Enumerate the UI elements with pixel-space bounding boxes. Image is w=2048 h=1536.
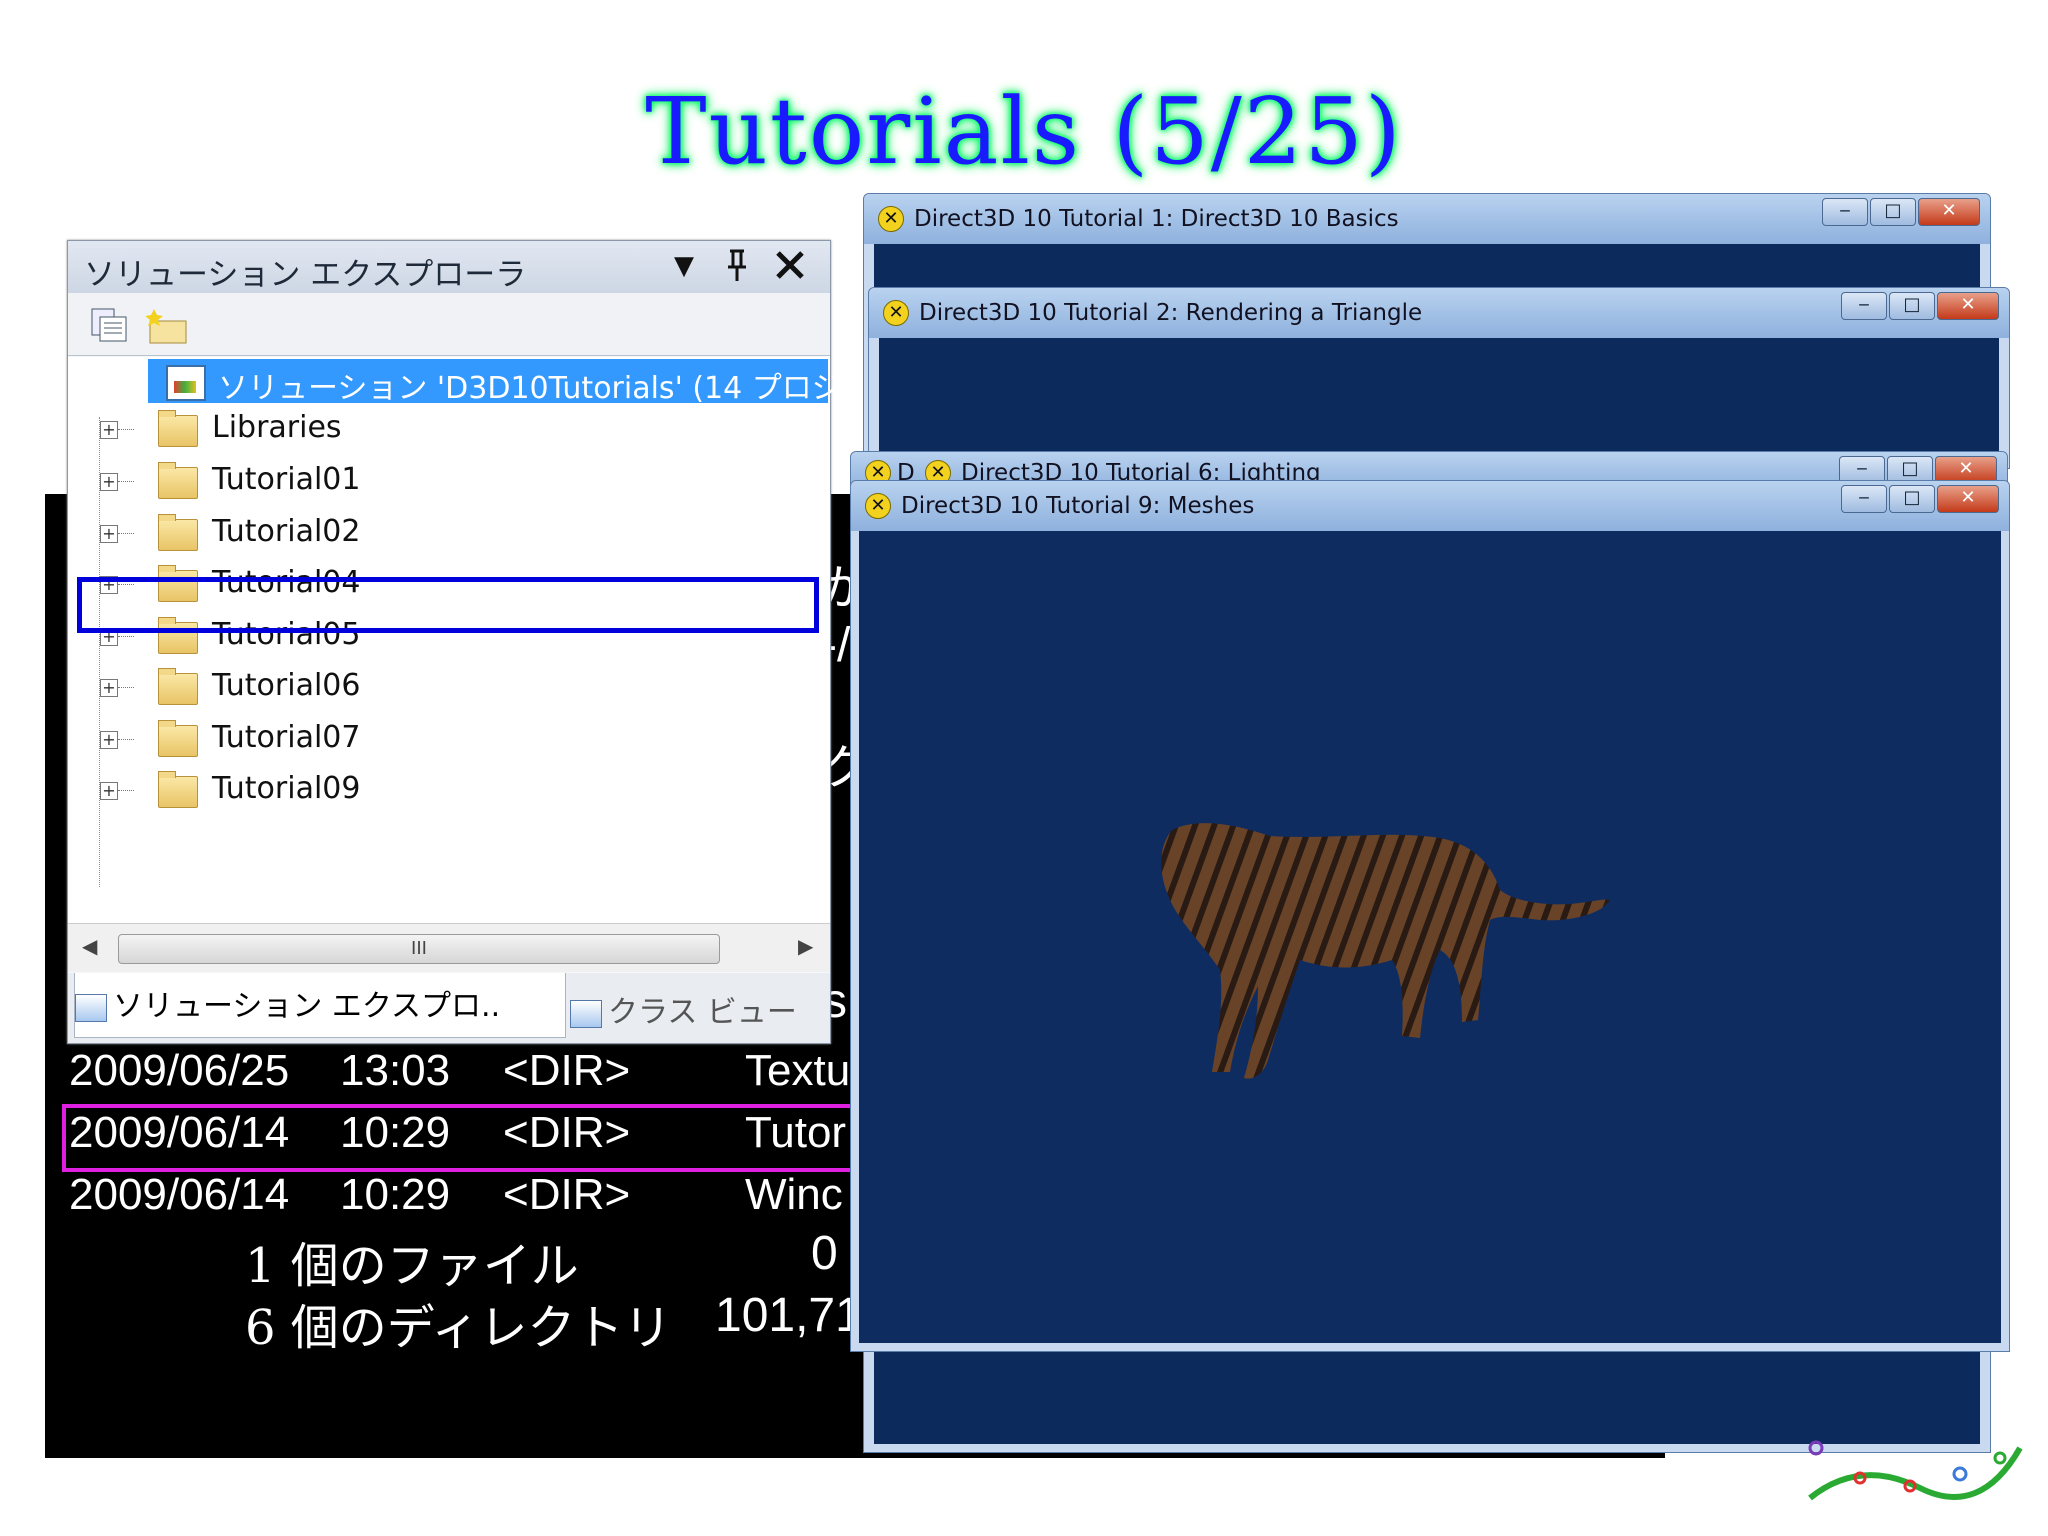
maximize-button[interactable]: □: [1870, 198, 1916, 226]
close-button[interactable]: ✕: [1937, 485, 1999, 513]
render-area: [879, 338, 1999, 460]
solution-explorer-title: ソリューション エクスプローラ: [84, 257, 527, 293]
watermark-graphic: [1808, 1440, 2023, 1501]
solution-explorer-header: ソリューション エクスプローラ ▼: [68, 241, 830, 293]
solution-explorer-toolbar: [68, 293, 830, 356]
row-date: 2009/06/25: [69, 1046, 290, 1095]
folder-icon: [158, 771, 198, 808]
pin-icon[interactable]: [724, 247, 750, 292]
row-time: 10:29: [340, 1170, 451, 1219]
horizontal-scrollbar[interactable]: ◀ III ▶: [68, 923, 830, 972]
row-name: Winc: [745, 1170, 843, 1219]
slide-title: Tutorials (5/25): [645, 78, 1403, 185]
console-highlight-box: [62, 1104, 878, 1172]
class-view-icon: [570, 999, 602, 1028]
window-controls: ‒ □ ✕: [1839, 485, 1999, 513]
directx-icon: ✕: [878, 206, 904, 232]
tree-item-label: Tutorial02: [212, 514, 361, 549]
solution-explorer-icon: [75, 993, 107, 1022]
tab-label: ソリューション エクスプロ..: [113, 989, 501, 1024]
tab-label: クラス ビュー: [608, 995, 797, 1030]
close-icon[interactable]: [774, 247, 806, 292]
tree-item-libraries[interactable]: + Libraries: [78, 407, 818, 453]
summary-dirs-value: 101,71: [715, 1289, 862, 1342]
tree-item-tutorial07[interactable]: + Tutorial07: [78, 717, 818, 763]
maximize-button[interactable]: □: [1889, 485, 1935, 513]
window-title: Direct3D 10 Tutorial 1: Direct3D 10 Basi…: [914, 206, 1399, 232]
scroll-left-icon[interactable]: ◀: [82, 934, 97, 958]
summary-dirs-label: 6 個のディレクトリ: [245, 1300, 672, 1356]
window-titlebar[interactable]: ✕ Direct3D 10 Tutorial 1: Direct3D 10 Ba…: [864, 194, 1990, 244]
solution-explorer: ソリューション エクスプローラ ▼ ソリューション 'D3D10Tutorial…: [67, 240, 902, 1044]
solution-explorer-tabs: ソリューション エクスプロ.. クラス ビュー: [68, 973, 830, 1043]
tiger-mesh: [1161, 823, 1610, 1079]
tree-item-label: Tutorial07: [212, 720, 361, 755]
tree-item-tutorial02[interactable]: + Tutorial02: [78, 511, 818, 557]
expand-icon[interactable]: +: [100, 679, 118, 697]
dropdown-arrow-icon[interactable]: ▼: [674, 251, 694, 281]
tree-selection-box: [77, 577, 819, 633]
tab-class-view[interactable]: クラス ビュー: [570, 979, 826, 1043]
solution-icon: [166, 365, 206, 401]
tree-item-label: Tutorial01: [212, 462, 361, 497]
tree-item-label: Tutorial09: [212, 771, 361, 806]
maximize-button[interactable]: □: [1889, 292, 1935, 320]
tree-item-tutorial01[interactable]: + Tutorial01: [78, 459, 818, 505]
summary-files-value: 0: [811, 1227, 838, 1280]
close-button[interactable]: ✕: [1918, 198, 1980, 226]
row-type: <DIR>: [503, 1170, 631, 1219]
directx-icon: ✕: [883, 300, 909, 326]
window-titlebar[interactable]: ✕ Direct3D 10 Tutorial 9: Meshes ‒ □ ✕: [851, 481, 2009, 531]
folder-icon: [158, 514, 198, 551]
tab-solution-explorer[interactable]: ソリューション エクスプロ..: [74, 973, 566, 1038]
summary-files-label: 1 個のファイル: [245, 1238, 579, 1294]
d3d-window-tutorial-2: ✕ Direct3D 10 Tutorial 2: Rendering a Tr…: [868, 287, 2010, 469]
window-controls: ‒ □ ✕: [1839, 292, 1999, 320]
properties-icon[interactable]: [90, 307, 127, 343]
scroll-right-icon[interactable]: ▶: [798, 934, 813, 958]
folder-icon: [158, 410, 198, 447]
minimize-button[interactable]: ‒: [1841, 292, 1887, 320]
window-title: Direct3D 10 Tutorial 2: Rendering a Tria…: [919, 300, 1423, 326]
folder-icon: [158, 668, 198, 705]
expand-icon[interactable]: +: [100, 782, 118, 800]
tree-item-label: Tutorial06: [212, 668, 361, 703]
expand-icon[interactable]: +: [100, 731, 118, 749]
row-time: 13:03: [340, 1046, 451, 1095]
solution-tree: ソリューション 'D3D10Tutorials' (14 プロジェク + Lib…: [68, 357, 902, 923]
minimize-button[interactable]: ‒: [1822, 198, 1868, 226]
tree-item-tutorial06[interactable]: + Tutorial06: [78, 665, 818, 711]
close-button[interactable]: ✕: [1937, 292, 1999, 320]
expand-icon[interactable]: +: [100, 525, 118, 543]
window-title: Direct3D 10 Tutorial 9: Meshes: [901, 493, 1255, 519]
solution-root-node[interactable]: ソリューション 'D3D10Tutorials' (14 プロジェク: [148, 359, 902, 406]
scrollbar-thumb[interactable]: III: [118, 934, 720, 964]
solution-root-label: ソリューション 'D3D10Tutorials' (14 プロジェク: [218, 371, 902, 406]
tree-item-tutorial09[interactable]: + Tutorial09: [78, 768, 818, 814]
row-date: 2009/06/14: [69, 1170, 290, 1219]
row-type: <DIR>: [503, 1046, 631, 1095]
row-name: Textu: [745, 1046, 851, 1095]
expand-icon[interactable]: +: [100, 473, 118, 491]
tree-item-label: Libraries: [212, 410, 342, 445]
show-all-files-icon[interactable]: [145, 307, 187, 344]
expand-icon[interactable]: +: [100, 421, 118, 439]
directx-icon: ✕: [865, 493, 891, 519]
window-titlebar[interactable]: ✕ Direct3D 10 Tutorial 2: Rendering a Tr…: [869, 288, 2009, 338]
minimize-button[interactable]: ‒: [1841, 485, 1887, 513]
folder-icon: [158, 462, 198, 499]
folder-icon: [158, 720, 198, 757]
window-controls: ‒ □ ✕: [1820, 198, 1980, 226]
